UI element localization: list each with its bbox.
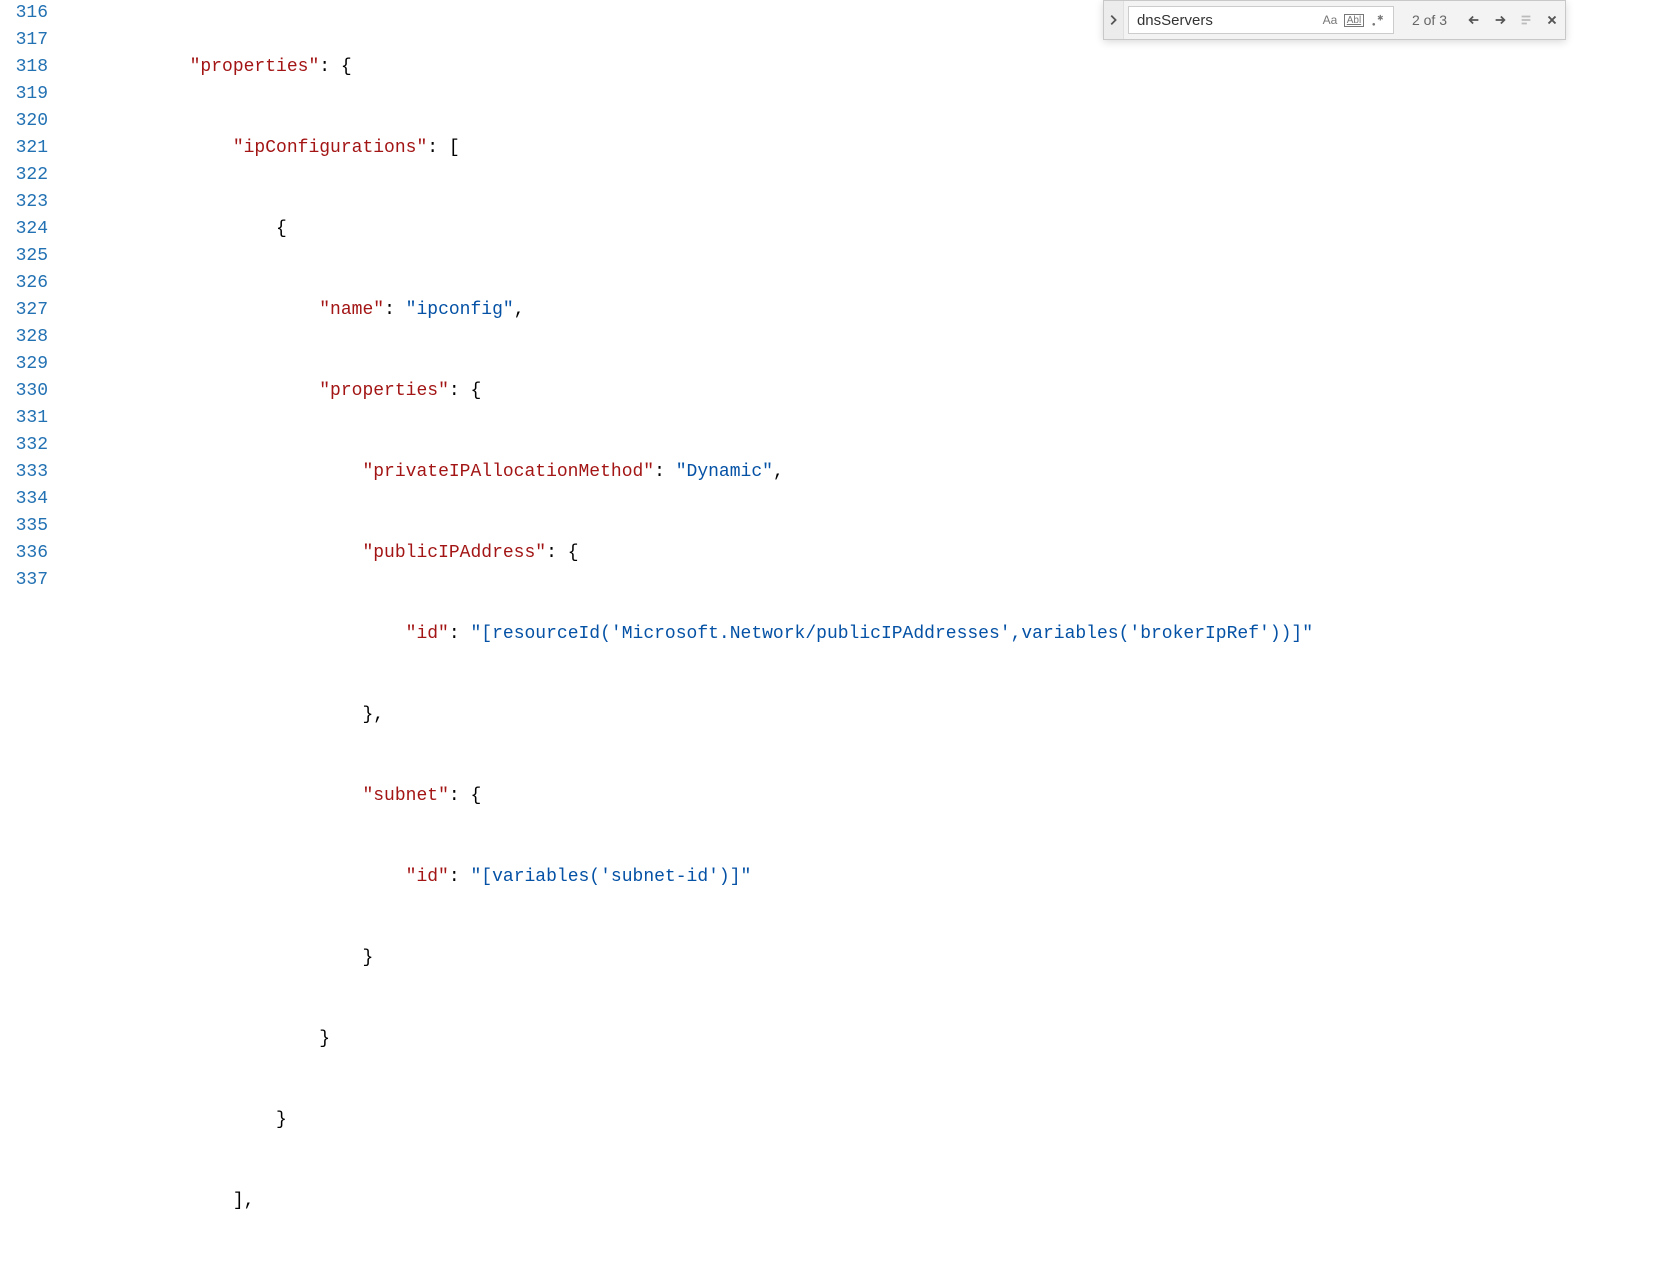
find-count: 2 of 3 — [1398, 12, 1461, 28]
code-line: "name": "ipconfig", — [60, 297, 1661, 324]
line-number: 319 — [0, 81, 48, 108]
whole-word-toggle[interactable]: Abl — [1343, 9, 1365, 31]
find-input-wrap: Aa Abl — [1128, 6, 1394, 34]
find-in-selection-toggle[interactable] — [1513, 7, 1539, 33]
chevron-right-icon — [1106, 13, 1120, 27]
regex-icon — [1370, 13, 1385, 28]
code-line: "subnet": { — [60, 783, 1661, 810]
code-line: ], — [60, 1188, 1661, 1215]
line-number: 334 — [0, 486, 48, 513]
line-number: 332 — [0, 432, 48, 459]
code-line: } — [60, 1107, 1661, 1134]
line-number: 328 — [0, 324, 48, 351]
code-line: "properties": { — [60, 378, 1661, 405]
code-content[interactable]: "properties": { "ipConfigurations": [ { … — [60, 0, 1661, 1268]
line-number: 326 — [0, 270, 48, 297]
code-line: "id": "[resourceId('Microsoft.Network/pu… — [60, 621, 1661, 648]
line-number: 324 — [0, 216, 48, 243]
line-number: 337 — [0, 567, 48, 594]
line-number: 316 — [0, 0, 48, 27]
line-number: 317 — [0, 27, 48, 54]
code-line: "ipConfigurations": [ — [60, 135, 1661, 162]
line-number: 320 — [0, 108, 48, 135]
code-line: } — [60, 945, 1661, 972]
find-widget: Aa Abl 2 of 3 — [1103, 0, 1566, 40]
code-line: } — [60, 1026, 1661, 1053]
prev-match-button[interactable] — [1461, 7, 1487, 33]
close-find-button[interactable] — [1539, 7, 1565, 33]
arrow-left-icon — [1467, 13, 1481, 27]
line-number: 329 — [0, 351, 48, 378]
match-case-toggle[interactable]: Aa — [1319, 9, 1341, 31]
line-number: 333 — [0, 459, 48, 486]
code-line: "properties": { — [60, 54, 1661, 81]
code-line: "id": "[variables('subnet-id')]" — [60, 864, 1661, 891]
line-number: 321 — [0, 135, 48, 162]
line-number: 330 — [0, 378, 48, 405]
line-number: 323 — [0, 189, 48, 216]
code-editor[interactable]: 316 317 318 319 320 321 322 323 324 325 … — [0, 0, 1661, 1268]
line-number-gutter: 316 317 318 319 320 321 322 323 324 325 … — [0, 0, 60, 1268]
line-number: 336 — [0, 540, 48, 567]
close-icon — [1545, 13, 1559, 27]
code-line: "privateIPAllocationMethod": "Dynamic", — [60, 459, 1661, 486]
line-number: 335 — [0, 513, 48, 540]
line-number: 318 — [0, 54, 48, 81]
find-input[interactable] — [1137, 12, 1317, 29]
toggle-replace-button[interactable] — [1104, 1, 1124, 39]
code-line: }, — [60, 702, 1661, 729]
code-line: "publicIPAddress": { — [60, 540, 1661, 567]
arrow-right-icon — [1493, 13, 1507, 27]
code-line: { — [60, 216, 1661, 243]
line-number: 331 — [0, 405, 48, 432]
selection-icon — [1519, 13, 1533, 27]
line-number: 327 — [0, 297, 48, 324]
line-number: 325 — [0, 243, 48, 270]
next-match-button[interactable] — [1487, 7, 1513, 33]
line-number: 322 — [0, 162, 48, 189]
regex-toggle[interactable] — [1367, 9, 1389, 31]
